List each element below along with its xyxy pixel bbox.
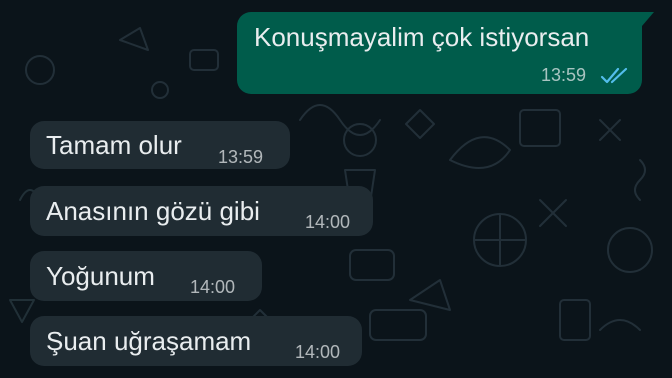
message-time: 13:59: [541, 65, 587, 85]
message-text: Yoğunum: [46, 261, 155, 291]
message-text: Tamam olur: [46, 130, 182, 160]
message-time: 14:00: [190, 277, 236, 297]
message-incoming[interactable]: Yoğunum 14:00: [30, 251, 262, 301]
message-incoming[interactable]: Şuan uğraşamam 14:00: [30, 316, 362, 366]
message-time: 14:00: [305, 212, 351, 232]
bubble-tail: [642, 12, 654, 26]
message-text: Konuşmayalim çok istiyorsan: [254, 22, 590, 52]
message-text: Şuan uğraşamam: [46, 326, 252, 356]
chat-area[interactable]: Konuşmayalim çok istiyorsan 13:59 Tamam …: [0, 0, 672, 378]
message-text: Anasının gözü gibi: [46, 196, 260, 226]
double-check-read-icon: [600, 67, 628, 84]
message-time: 14:00: [295, 342, 341, 362]
message-outgoing[interactable]: Konuşmayalim çok istiyorsan 13:59: [237, 12, 654, 94]
message-time: 13:59: [218, 147, 264, 167]
message-incoming[interactable]: Tamam olur 13:59: [30, 121, 290, 169]
message-incoming[interactable]: Anasının gözü gibi 14:00: [30, 186, 373, 236]
